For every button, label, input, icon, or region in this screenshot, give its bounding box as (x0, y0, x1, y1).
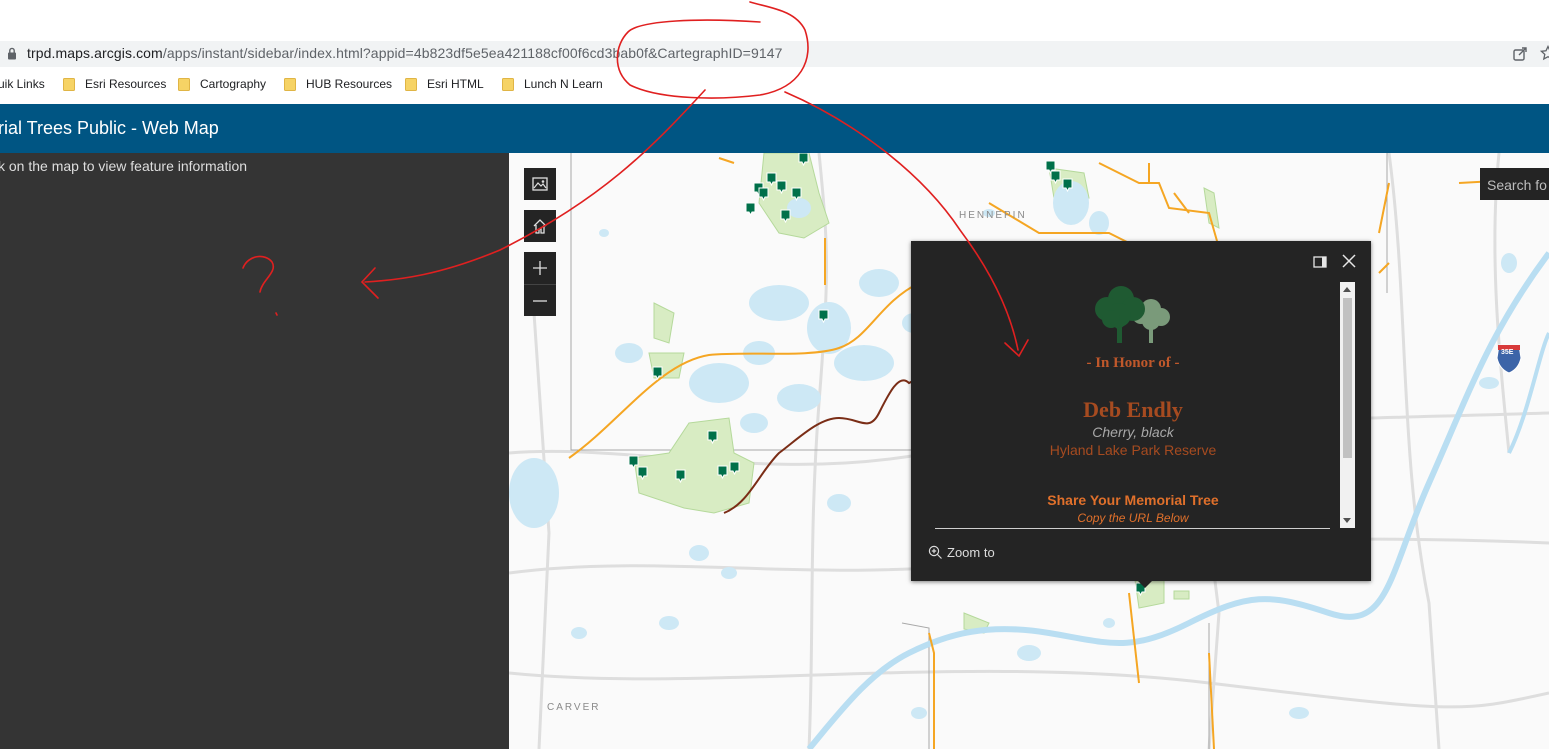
home-icon (533, 219, 547, 234)
park-name: Hyland Lake Park Reserve (1049, 442, 1217, 458)
folder-icon (63, 77, 75, 91)
bookmark-lunch-n-learn[interactable]: Lunch N Learn (502, 77, 603, 91)
bookmark-label: Esri Resources (85, 77, 167, 91)
url-domain: trpd.maps.arcgis.com (27, 45, 163, 61)
divider (935, 528, 1330, 529)
home-button[interactable] (524, 210, 556, 242)
url-text[interactable]: trpd.maps.arcgis.com/apps/instant/sideba… (27, 45, 783, 61)
feature-popup: - In Honor of - Deb Endly Cherry, black … (911, 241, 1371, 588)
county-label-carver: CARVER (547, 702, 601, 713)
share-subtitle: Copy the URL Below (1077, 511, 1189, 525)
popup-pointer (1137, 580, 1153, 588)
basemap-gallery-icon (532, 177, 548, 191)
tree-species: Cherry, black (1092, 424, 1174, 440)
honoree-name: Deb Endly (1083, 397, 1183, 422)
zoom-out-icon (533, 299, 547, 302)
folder-icon (502, 77, 514, 91)
sidebar-panel: k on the map to view feature information (0, 153, 509, 749)
basemap-gallery-button[interactable] (524, 168, 556, 200)
zoom-in-icon (533, 261, 547, 275)
share-icon[interactable] (1512, 46, 1528, 62)
lock-icon (8, 47, 16, 60)
dock-icon[interactable] (1312, 254, 1328, 270)
search-input[interactable]: Search fo (1480, 168, 1549, 200)
zoom-in-button[interactable] (524, 252, 556, 284)
app-title: rial Trees Public - Web Map (0, 118, 219, 138)
bookmark-label: Esri HTML (427, 77, 484, 91)
popup-scrollbar[interactable] (1340, 282, 1355, 528)
trees-icon (1095, 286, 1170, 343)
folder-icon (284, 77, 296, 91)
bookmark-esri-resources[interactable]: Esri Resources (63, 77, 166, 91)
url-path: /apps/instant/sidebar/index.html?appid=4… (162, 45, 783, 61)
screenshot-root: trpd.maps.arcgis.com/apps/instant/sideba… (0, 0, 1549, 749)
bookmark-label: uik Links (0, 77, 45, 91)
folder-icon (405, 77, 417, 91)
highway-shield-label: 35E (1501, 349, 1514, 356)
zoom-out-button[interactable] (524, 284, 556, 316)
folder-icon (178, 77, 190, 91)
bookmark-esri-html[interactable]: Esri HTML (405, 77, 484, 91)
bookmark-hub-resources[interactable]: HUB Resources (284, 77, 392, 91)
share-title: Share Your Memorial Tree (1047, 492, 1219, 508)
scroll-up-icon[interactable] (1343, 287, 1351, 292)
bookmark-star-icon[interactable] (1540, 45, 1549, 61)
zoom-to-label: Zoom to (947, 545, 995, 560)
bookmark-cartography[interactable]: Cartography (178, 77, 266, 91)
zoom-to-icon (928, 545, 942, 559)
sidebar-hint: k on the map to view feature information (0, 158, 248, 174)
address-bar[interactable]: trpd.maps.arcgis.com/apps/instant/sideba… (0, 41, 1549, 67)
bookmark-label: Lunch N Learn (524, 77, 603, 91)
close-icon[interactable] (1341, 253, 1357, 269)
bookmark-quick-links[interactable]: uik Links (0, 77, 45, 91)
county-label-hennepin: HENNEPIN (959, 210, 1027, 221)
honor-label: - In Honor of - (1086, 355, 1180, 371)
bookmarks-bar: uik Links Esri Resources Cartography HUB… (0, 72, 1549, 98)
scroll-thumb[interactable] (1343, 298, 1352, 458)
scroll-down-icon[interactable] (1343, 518, 1351, 523)
app-header: rial Trees Public - Web Map (0, 104, 1549, 153)
bookmark-label: Cartography (200, 77, 267, 91)
zoom-to-button[interactable]: Zoom to (928, 545, 995, 560)
bookmark-label: HUB Resources (306, 77, 393, 91)
